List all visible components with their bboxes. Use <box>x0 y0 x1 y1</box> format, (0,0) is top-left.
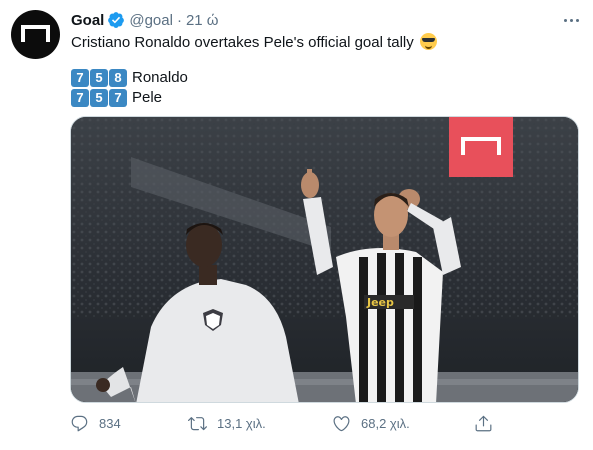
keycap-digit: 5 <box>90 88 108 107</box>
score-row-pele: 7 5 7 Pele <box>71 88 162 107</box>
sunglasses-emoji-icon <box>419 33 437 50</box>
like-count: 68,2 χιλ. <box>361 415 410 431</box>
more-icon[interactable] <box>560 11 582 29</box>
keycap-digit: 7 <box>71 68 89 87</box>
retweet-icon <box>188 416 207 430</box>
tweet-header: Goal @goal · 21 ώ <box>71 10 219 30</box>
separator: · <box>176 11 182 29</box>
avatar[interactable] <box>11 10 60 59</box>
reply-icon <box>71 415 88 431</box>
like-button[interactable]: 68,2 χιλ. <box>332 412 410 434</box>
reply-button[interactable]: 834 <box>70 412 121 434</box>
tweet-media-image[interactable]: Jeep <box>70 116 579 403</box>
keycap-digit: 7 <box>71 88 89 107</box>
tweet-actions: 834 13,1 χιλ. 68,2 χιλ. <box>70 412 579 434</box>
keycap-digit: 5 <box>90 68 108 87</box>
tweet-text: Cristiano Ronaldo overtakes Pele's offic… <box>71 33 437 53</box>
player-name: Pele <box>132 89 163 106</box>
tweet[interactable]: Goal @goal · 21 ώ Cristiano Ronaldo over… <box>0 0 593 450</box>
retweet-count: 13,1 χιλ. <box>217 415 266 431</box>
reply-count: 834 <box>99 415 121 431</box>
keycap-digit: 7 <box>109 88 127 107</box>
heart-icon <box>333 415 350 431</box>
display-name[interactable]: Goal <box>71 12 104 29</box>
share-button[interactable] <box>474 412 503 434</box>
keycap-digit: 8 <box>109 68 127 87</box>
players-photo: Jeep <box>71 117 578 402</box>
goal-watermark-icon <box>449 117 513 177</box>
player-name: Ronaldo <box>132 69 188 86</box>
verified-badge-icon <box>107 11 125 29</box>
svg-text:Jeep: Jeep <box>366 296 394 309</box>
share-icon <box>475 415 492 431</box>
retweet-button[interactable]: 13,1 χιλ. <box>188 412 266 434</box>
goal-logo-icon <box>21 25 50 42</box>
score-row-ronaldo: 7 5 8 Ronaldo <box>71 68 188 87</box>
handle[interactable]: @goal <box>129 12 173 29</box>
timestamp[interactable]: 21 ώ <box>186 12 219 29</box>
tweet-text-content: Cristiano Ronaldo overtakes Pele's offic… <box>71 34 414 51</box>
